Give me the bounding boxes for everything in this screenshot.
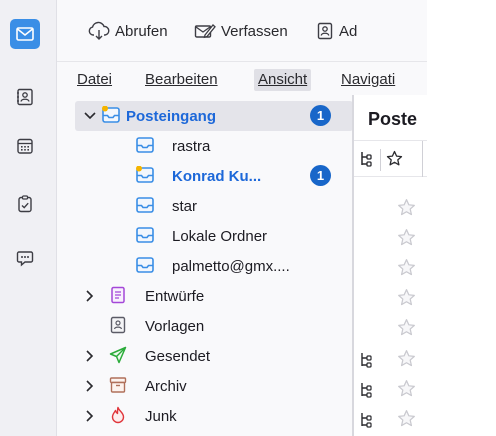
calendar-icon [17, 138, 33, 154]
folder-row-konrad[interactable]: Konrad Ku... 1 [57, 161, 352, 191]
folder-label: Junk [145, 407, 177, 425]
message-list-header: Poste [354, 95, 427, 141]
chevron-down-icon[interactable] [83, 109, 97, 123]
folder-label: star [172, 197, 198, 215]
get-messages-label: Abrufen [115, 22, 168, 40]
folder-row-junk[interactable]: Junk [57, 401, 352, 431]
inbox-icon [136, 165, 154, 184]
drafts-icon [109, 286, 127, 304]
mail-toolbar: Abrufen Verfassen Ad [57, 0, 427, 62]
address-book-icon [17, 88, 33, 106]
star-icon[interactable] [397, 228, 416, 251]
folder-label: rastra [172, 137, 211, 155]
folder-label: Archiv [145, 377, 187, 395]
star-icon[interactable] [397, 379, 416, 402]
menu-go-label: Navigati [341, 71, 396, 88]
message-row[interactable] [354, 313, 427, 344]
unread-count-badge: 1 [310, 165, 331, 186]
inbox-icon [136, 226, 154, 244]
chat-icon [16, 251, 34, 267]
message-row[interactable] [354, 283, 427, 314]
unread-count-badge: 1 [310, 105, 331, 126]
menubar: Datei Bearbeiten Ansicht Navigati [57, 62, 427, 95]
message-row[interactable] [354, 253, 427, 284]
folder-label: Entwürfe [145, 287, 205, 305]
folder-row-archive[interactable]: Archiv [57, 371, 352, 401]
chevron-right-icon[interactable] [83, 289, 97, 303]
star-icon[interactable] [397, 288, 416, 311]
column-separator [380, 149, 381, 171]
tasks-icon [18, 195, 32, 213]
folder-row-local-folders[interactable]: Lokale Ordner [57, 221, 352, 251]
column-separator [422, 141, 423, 177]
star-icon[interactable] [397, 198, 416, 221]
folder-label: Lokale Ordner [172, 227, 268, 245]
templates-icon [109, 316, 127, 334]
address-book-label: Ad [339, 22, 358, 40]
star-column-icon[interactable] [386, 150, 403, 171]
message-list-pane: Poste [354, 95, 427, 436]
folder-row-templates[interactable]: Vorlagen [57, 311, 352, 341]
folder-label: Posteingang [126, 107, 217, 125]
folder-label: Vorlagen [145, 317, 205, 335]
star-icon[interactable] [397, 318, 416, 341]
folder-row-sent[interactable]: Gesendet [57, 341, 352, 371]
star-icon[interactable] [397, 258, 416, 281]
tasks-space-button[interactable] [10, 189, 40, 219]
folder-row-inbox[interactable]: Posteingang 1 [75, 101, 352, 131]
menu-view-label: Ansicht [258, 71, 308, 88]
compose-icon [194, 24, 216, 39]
junk-icon [109, 406, 127, 424]
get-messages-button[interactable]: Abrufen [88, 18, 168, 44]
thread-icon [359, 382, 373, 402]
chevron-right-icon[interactable] [83, 409, 97, 423]
message-row[interactable] [354, 374, 427, 405]
menu-file-label: Datei [77, 71, 113, 88]
mail-space-button[interactable] [10, 19, 40, 49]
spaces-toolbar [0, 0, 57, 436]
menu-edit-label: Bearbeiten [145, 71, 218, 88]
inbox-icon [136, 136, 154, 154]
folder-row-drafts[interactable]: Entwürfe [57, 281, 352, 311]
folder-row-rastra[interactable]: rastra [57, 131, 352, 161]
inbox-icon [136, 196, 154, 214]
mail-icon [16, 27, 34, 41]
folder-label: palmetto@gmx.... [172, 257, 290, 275]
inbox-icon [102, 105, 120, 124]
message-row[interactable] [354, 344, 427, 375]
star-icon[interactable] [397, 409, 416, 432]
folder-label: Konrad Ku... [172, 167, 262, 185]
window-background [427, 0, 496, 436]
folder-pane: Posteingang 1 rastra Konrad Ku... 1 star… [57, 95, 352, 436]
folder-row-star[interactable]: star [57, 191, 352, 221]
thread-icon [359, 352, 373, 372]
message-row[interactable] [354, 404, 427, 435]
menu-edit[interactable]: Bearbeiten [141, 69, 222, 91]
inbox-icon [136, 256, 154, 274]
thread-column-icon[interactable] [359, 151, 373, 171]
column-header-row [354, 141, 427, 177]
write-label: Verfassen [221, 22, 288, 40]
address-book-icon [317, 22, 333, 40]
calendar-space-button[interactable] [10, 131, 40, 161]
archive-icon [109, 376, 127, 394]
chevron-right-icon[interactable] [83, 349, 97, 363]
message-row[interactable] [354, 193, 427, 224]
star-icon[interactable] [397, 349, 416, 372]
chevron-right-icon[interactable] [83, 379, 97, 393]
menu-file[interactable]: Datei [73, 69, 116, 91]
message-list-title: Poste [368, 109, 418, 129]
folder-row-palmetto[interactable]: palmetto@gmx.... [57, 251, 352, 281]
write-button[interactable]: Verfassen [194, 18, 288, 44]
menu-go[interactable]: Navigati [337, 69, 399, 91]
address-book-space-button[interactable] [10, 82, 40, 112]
message-row[interactable] [354, 223, 427, 254]
chat-space-button[interactable] [10, 243, 40, 273]
cloud-download-icon [88, 21, 110, 40]
sent-icon [109, 346, 127, 364]
menu-view[interactable]: Ansicht [254, 69, 312, 91]
folder-label: Gesendet [145, 347, 211, 365]
thread-icon [359, 412, 373, 432]
address-book-button[interactable]: Ad [316, 18, 357, 44]
